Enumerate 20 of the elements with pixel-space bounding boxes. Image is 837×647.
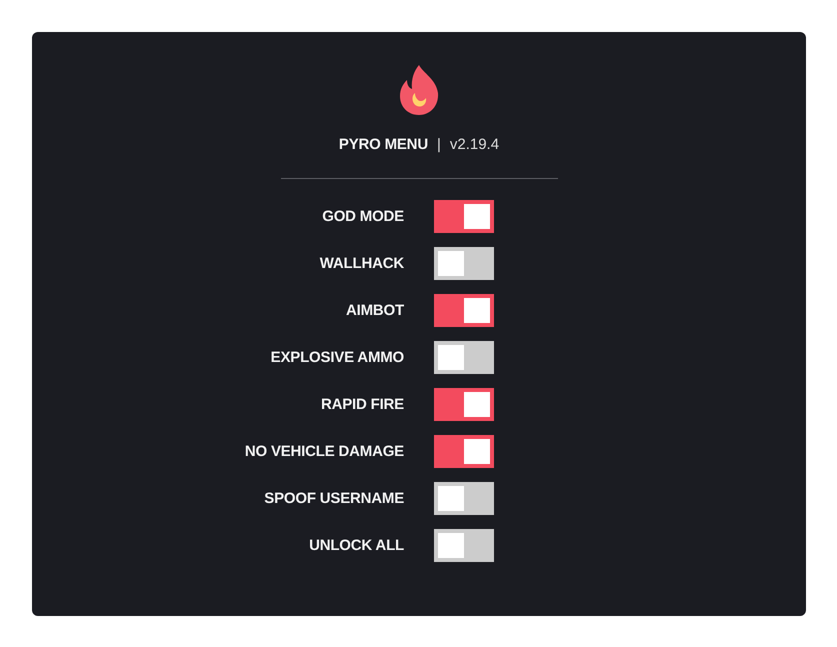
- version-label: v2.19.4: [450, 136, 500, 152]
- option-label: AIMBOT: [345, 302, 404, 319]
- toggle-switch[interactable]: [434, 294, 494, 327]
- toggle-switch[interactable]: [434, 341, 494, 374]
- toggle-switch[interactable]: [434, 435, 494, 468]
- toggle-switch[interactable]: [434, 247, 494, 280]
- option-label: GOD MODE: [321, 208, 404, 225]
- option-label: WALLHACK: [318, 255, 404, 272]
- toggle-switch[interactable]: [434, 529, 494, 562]
- option-label: NO VEHICLE DAMAGE: [244, 443, 404, 460]
- option-label: EXPLOSIVE AMMO: [270, 349, 404, 366]
- option-label: UNLOCK ALL: [308, 537, 404, 554]
- option-label: RAPID FIRE: [320, 396, 404, 413]
- toggle-switch[interactable]: [434, 388, 494, 421]
- toggle-switch[interactable]: [434, 482, 494, 515]
- menu-title: PYRO MENU: [338, 136, 428, 152]
- toggle-switch[interactable]: [434, 200, 494, 233]
- flame-icon: [399, 65, 439, 115]
- title-separator: |: [436, 136, 441, 152]
- option-label: SPOOF USERNAME: [263, 490, 404, 507]
